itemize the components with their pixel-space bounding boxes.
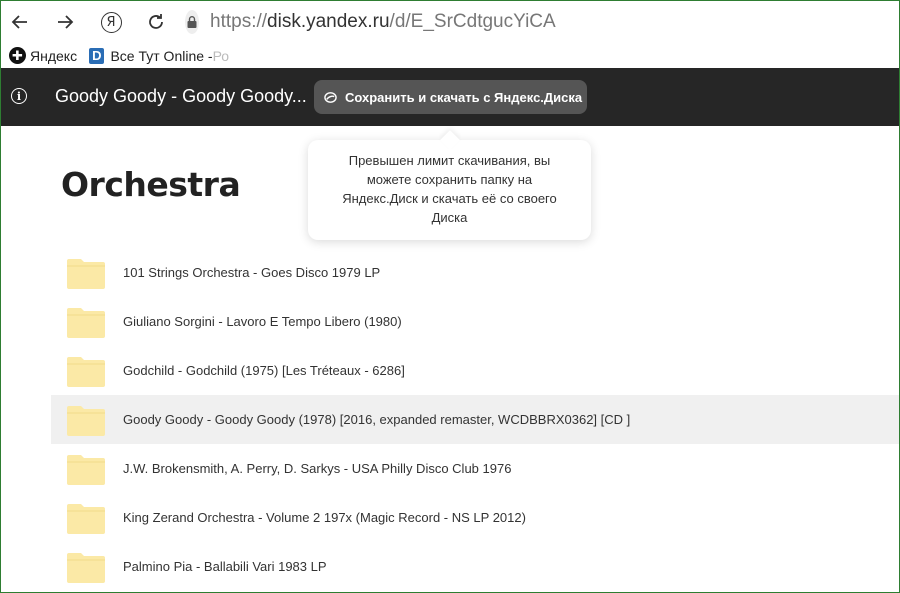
item-name: King Zerand Orchestra - Volume 2 197x (M… [123, 510, 526, 525]
list-item[interactable]: J.W. Brokensmith, A. Perry, D. Sarkys - … [51, 444, 899, 493]
item-name: Palmino Pia - Ballabili Vari 1983 LP [123, 559, 327, 574]
folder-icon [67, 504, 105, 534]
disk-icon [324, 91, 337, 103]
folder-icon [67, 357, 105, 387]
folder-icon [67, 308, 105, 338]
d-icon: D [89, 47, 105, 64]
url-domain: disk.yandex.ru [267, 11, 390, 32]
list-item[interactable]: Godchild - Godchild (1975) [Les Tréteaux… [51, 346, 899, 395]
bookmarks-bar: ✚ Яндекс D Все Тут Online - Ро [1, 43, 899, 68]
forward-icon[interactable] [53, 10, 77, 34]
folder-icon [67, 455, 105, 485]
browser-toolbar: Я https://disk.yandex.ru/d/E_SrCdtgucYiC… [1, 1, 899, 43]
bookmark-vse-tut[interactable]: D Все Тут Online - Ро [89, 45, 229, 67]
item-name: Godchild - Godchild (1975) [Les Tréteaux… [123, 363, 405, 378]
disk-header: i Goody Goody - Goody Goody... Сохранить… [1, 68, 899, 126]
bookmark-label: Все Тут Online - [110, 47, 213, 64]
info-icon[interactable]: i [11, 88, 27, 104]
list-item[interactable]: Giuliano Sorgini - Lavoro E Tempo Libero… [51, 297, 899, 346]
folder-icon [67, 259, 105, 289]
reload-icon[interactable] [144, 10, 168, 34]
yandex-icon: ✚ [9, 47, 26, 64]
bookmark-label: Яндекс [30, 47, 78, 64]
lock-icon[interactable] [185, 10, 199, 34]
list-item[interactable]: King Zerand Orchestra - Volume 2 197x (M… [51, 493, 899, 542]
url-text: https://disk.yandex.ru/d/E_SrCdtgucYiCA [210, 11, 556, 33]
address-bar[interactable]: https://disk.yandex.ru/d/E_SrCdtgucYiCA [185, 8, 556, 36]
folder-icon [67, 406, 105, 436]
yandex-logo-icon: Я [100, 11, 122, 33]
item-name: Goody Goody - Goody Goody (1978) [2016, … [123, 412, 631, 427]
download-limit-tooltip: Превышен лимит скачивания, вы можете сох… [308, 140, 591, 240]
back-icon[interactable] [8, 10, 32, 34]
item-name: Giuliano Sorgini - Lavoro E Tempo Libero… [123, 314, 402, 329]
item-name: J.W. Brokensmith, A. Perry, D. Sarkys - … [123, 461, 512, 476]
item-name: 101 Strings Orchestra - Goes Disco 1979 … [123, 265, 381, 280]
bookmark-label-fade: Ро [212, 47, 230, 64]
url-scheme: https:// [210, 11, 268, 32]
folder-title: Orchestra [61, 165, 241, 204]
yandex-button[interactable]: Я [99, 10, 123, 34]
bookmark-yandex[interactable]: ✚ Яндекс [9, 45, 77, 67]
save-button-label: Сохранить и скачать с Яндекс.Диска [345, 89, 583, 105]
tooltip-text: Превышен лимит скачивания, вы можете сох… [342, 153, 557, 225]
list-item[interactable]: 101 Strings Orchestra - Goes Disco 1979 … [51, 248, 899, 297]
save-and-download-button[interactable]: Сохранить и скачать с Яндекс.Диска [314, 80, 587, 114]
url-path: /d/E_SrCdtgucYiCA [389, 11, 556, 32]
folder-icon [67, 553, 105, 583]
page-title: Goody Goody - Goody Goody... [55, 86, 307, 106]
list-item[interactable]: Palmino Pia - Ballabili Vari 1983 LP [51, 542, 899, 591]
folder-list: 101 Strings Orchestra - Goes Disco 1979 … [51, 248, 899, 591]
list-item-selected[interactable]: Goody Goody - Goody Goody (1978) [2016, … [51, 395, 899, 444]
